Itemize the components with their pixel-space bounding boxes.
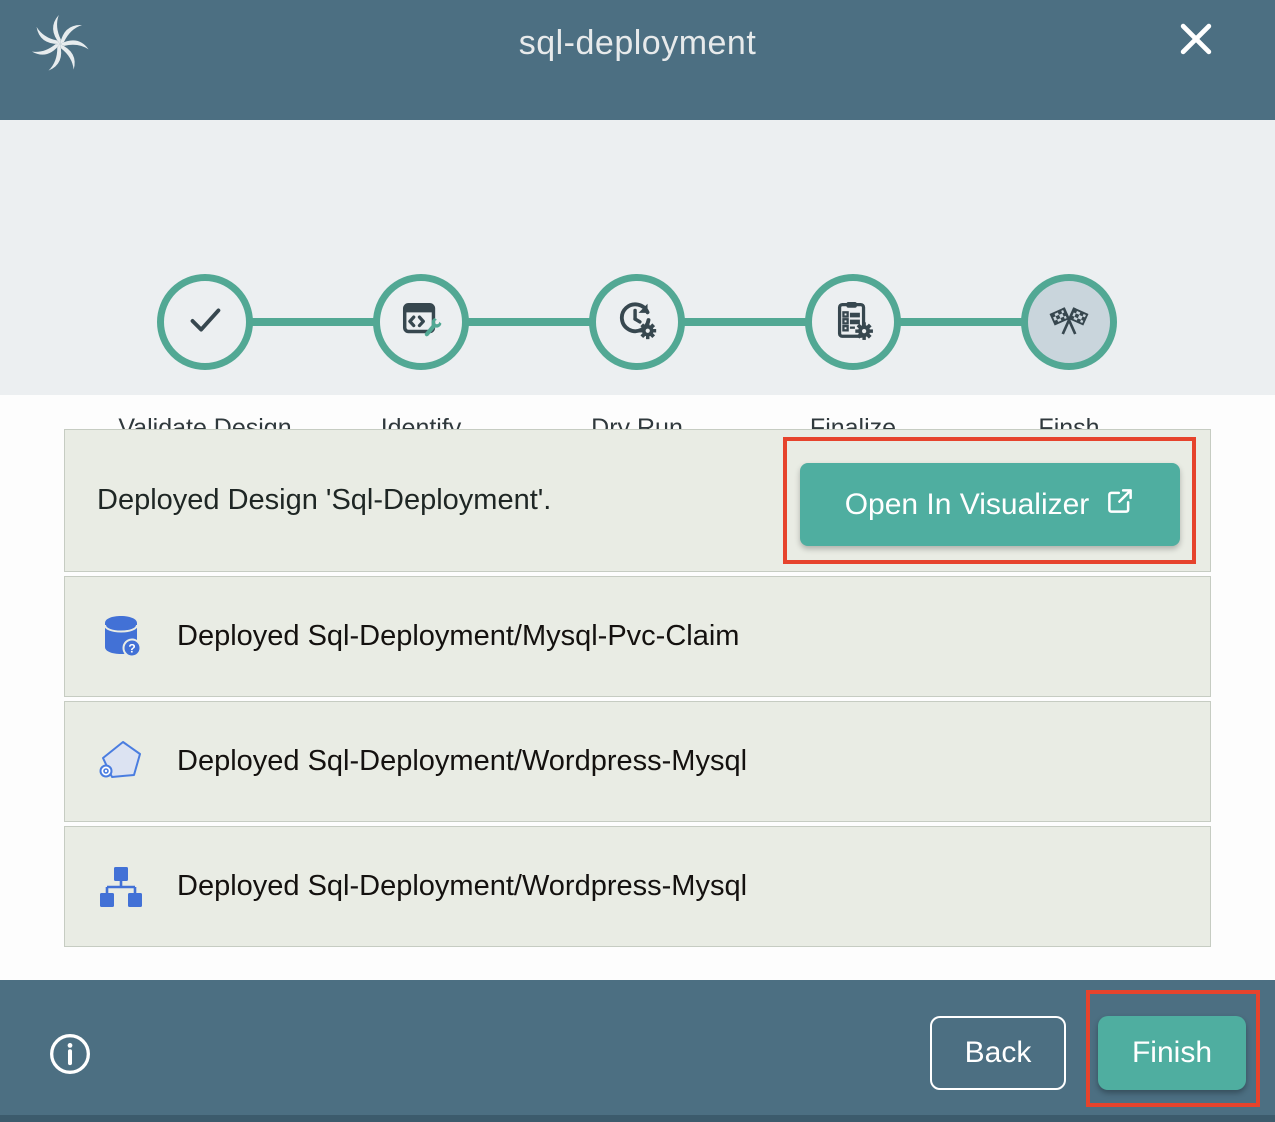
step-circle-validate-design [157,274,253,370]
modal-footer [0,980,1275,1122]
deployment-result-row: ? Deployed Sql-Deployment/Mysql-Pvc-Clai… [64,576,1211,697]
info-icon [48,1064,92,1079]
finish-button[interactable]: Finish [1098,1016,1246,1090]
step-circle-finalize-deployment [805,274,901,370]
deployment-result-row: Deployed Sql-Deployment/Wordpress-Mysql [64,826,1211,947]
pentagon-icon [97,738,145,786]
deployment-result-row: Deployed Sql-Deployment/Wordpress-Mysql [64,701,1211,822]
deployment-result-text: Deployed Sql-Deployment/Wordpress-Mysql [177,745,747,778]
svg-text:?: ? [128,641,135,655]
database-icon: ? [97,613,145,661]
external-link-icon [1105,486,1135,524]
sync-gear-icon [614,297,660,348]
close-button[interactable] [1172,16,1220,64]
finish-flags-icon [1046,297,1092,348]
check-icon [182,297,228,348]
code-wrench-icon [398,297,444,348]
clipboard-gear-icon [830,297,876,348]
info-button[interactable] [48,1032,92,1076]
open-in-visualizer-button[interactable]: Open In Visualizer [800,463,1180,546]
step-circle-identify-environments [373,274,469,370]
deployed-design-message: Deployed Design 'Sql-Deployment'. [97,484,551,517]
wizard-stepper: Validate Design Identify Environments Dr… [0,120,1275,395]
close-icon [1174,49,1218,64]
back-button[interactable]: Back [930,1016,1066,1090]
deployment-result-text: Deployed Sql-Deployment/Mysql-Pvc-Claim [177,620,739,653]
modal-header: sql-deployment [0,0,1275,120]
deployment-result-text: Deployed Sql-Deployment/Wordpress-Mysql [177,870,747,903]
step-circle-finish [1021,274,1117,370]
modal-bottom-edge [0,1115,1275,1122]
deployment-wizard-modal: sql-deployment [0,0,1275,1122]
open-in-visualizer-label: Open In Visualizer [845,488,1090,522]
step-circle-dry-run [589,274,685,370]
hierarchy-icon [97,863,145,911]
modal-title: sql-deployment [0,24,1275,63]
